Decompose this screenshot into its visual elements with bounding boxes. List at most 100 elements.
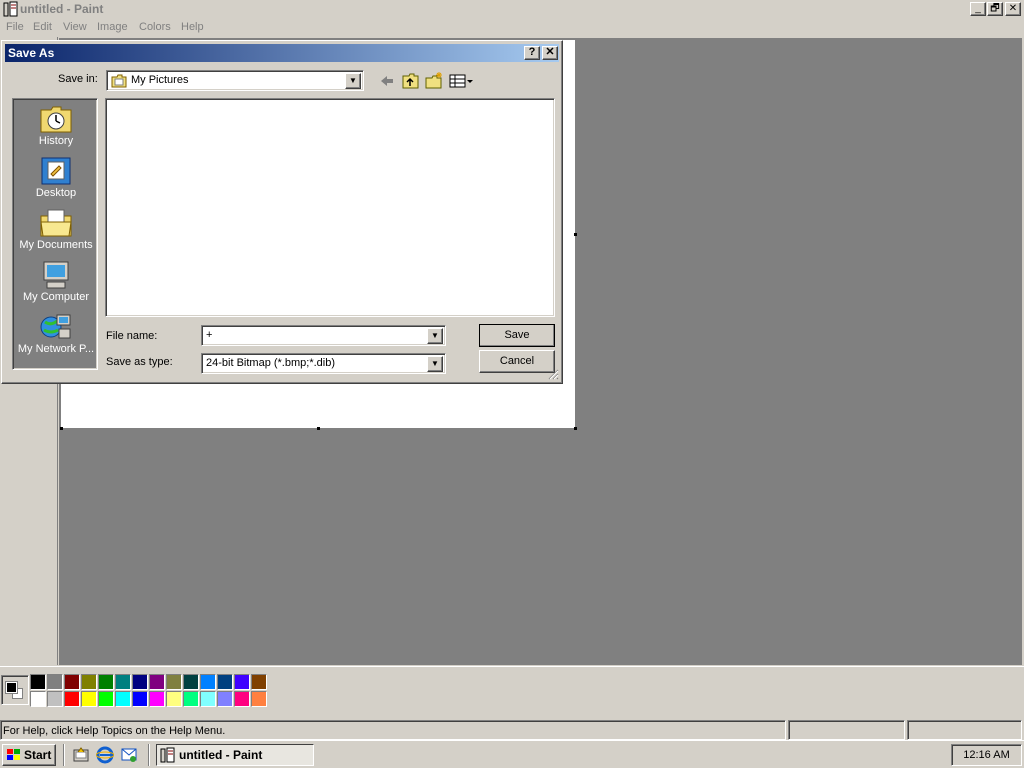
place-my-computer[interactable]: My Computer xyxy=(13,258,99,310)
chevron-down-icon[interactable]: ▼ xyxy=(427,328,443,344)
back-arrow-icon[interactable] xyxy=(377,71,397,91)
help-button[interactable]: ? xyxy=(524,46,540,60)
save-as-type-value: 24-bit Bitmap (*.bmp;*.dib) xyxy=(206,357,335,369)
paint-app-icon xyxy=(160,747,175,763)
palette-swatch[interactable] xyxy=(47,674,63,690)
palette-swatch[interactable] xyxy=(64,674,80,690)
palette-swatch[interactable] xyxy=(115,674,131,690)
palette-swatch[interactable] xyxy=(251,691,267,707)
palette-swatch[interactable] xyxy=(200,674,216,690)
palette-swatch[interactable] xyxy=(98,674,114,690)
palette-swatch[interactable] xyxy=(149,691,165,707)
taskbar xyxy=(0,740,1024,768)
my-documents-icon xyxy=(40,209,72,237)
menu-bar: File Edit View Image Colors Help xyxy=(0,18,1024,37)
palette-swatch[interactable] xyxy=(183,674,199,690)
minimize-button[interactable]: _ xyxy=(970,2,986,16)
dialog-title: Save As xyxy=(8,46,55,60)
palette-swatch[interactable] xyxy=(30,674,46,690)
palette-swatch[interactable] xyxy=(234,691,250,707)
place-history[interactable]: History xyxy=(13,102,99,154)
close-button[interactable]: ✕ xyxy=(1005,2,1021,16)
file-list[interactable] xyxy=(105,98,555,317)
resize-grip-icon[interactable] xyxy=(547,368,559,380)
resize-handle-corner[interactable] xyxy=(574,427,577,430)
save-in-dropdown[interactable]: My Pictures ▼ xyxy=(106,70,364,91)
cancel-button[interactable]: Cancel xyxy=(479,350,555,373)
menu-image[interactable]: Image xyxy=(97,21,128,33)
file-name-field[interactable]: + ▼ xyxy=(201,325,446,346)
app-title: untitled - Paint xyxy=(20,2,104,16)
folder-icon xyxy=(111,74,127,88)
up-folder-icon[interactable] xyxy=(401,71,421,91)
palette-swatch[interactable] xyxy=(64,691,80,707)
place-desktop[interactable]: Desktop xyxy=(13,154,99,206)
palette-swatch[interactable] xyxy=(217,691,233,707)
show-desktop-icon[interactable] xyxy=(72,746,90,764)
restore-button[interactable]: 🗗 xyxy=(987,2,1003,16)
palette-swatch[interactable] xyxy=(251,674,267,690)
foreground-color[interactable] xyxy=(5,681,18,694)
menu-file[interactable]: File xyxy=(6,21,24,33)
palette-swatch[interactable] xyxy=(132,691,148,707)
status-size-pane xyxy=(907,720,1022,740)
taskbar-separator xyxy=(63,744,65,766)
places-bar: History Desktop My Documents My Computer… xyxy=(12,98,98,370)
menu-help[interactable]: Help xyxy=(181,21,204,33)
file-name-value: + xyxy=(206,329,213,341)
outlook-express-icon[interactable] xyxy=(120,746,138,764)
palette-swatch[interactable] xyxy=(30,691,46,707)
system-tray-clock[interactable]: 12:16 AM xyxy=(951,744,1022,766)
save-as-type-dropdown[interactable]: 24-bit Bitmap (*.bmp;*.dib) ▼ xyxy=(201,353,446,374)
resize-handle-bottom[interactable] xyxy=(317,427,320,430)
taskbar-item-label: untitled - Paint xyxy=(179,748,263,762)
palette-swatch[interactable] xyxy=(81,691,97,707)
network-places-icon xyxy=(40,314,71,339)
save-as-dialog: Save As ? ✕ Save in: My Pictures ▼ Histo… xyxy=(1,40,563,384)
windows-logo-icon xyxy=(7,749,20,760)
chevron-down-icon[interactable]: ▼ xyxy=(427,356,443,372)
new-folder-icon[interactable] xyxy=(424,71,444,91)
start-button[interactable]: Start xyxy=(2,744,56,766)
view-menu-icon[interactable] xyxy=(448,71,474,91)
internet-explorer-icon[interactable] xyxy=(96,746,114,764)
save-button[interactable]: Save xyxy=(479,324,555,347)
history-icon xyxy=(40,106,72,133)
save-in-label: Save in: xyxy=(58,73,98,85)
palette-swatch[interactable] xyxy=(217,674,233,690)
palette-swatch[interactable] xyxy=(166,691,182,707)
palette-swatch[interactable] xyxy=(166,674,182,690)
place-label: My Documents xyxy=(19,239,93,251)
dialog-titlebar[interactable]: Save As ? ✕ xyxy=(5,44,559,62)
place-label: Desktop xyxy=(35,187,77,199)
palette-swatch[interactable] xyxy=(98,691,114,707)
save-as-type-label: Save as type: xyxy=(106,356,173,368)
palette-swatch[interactable] xyxy=(115,691,131,707)
status-coords-pane xyxy=(788,720,905,740)
palette-swatch[interactable] xyxy=(47,691,63,707)
place-my-documents[interactable]: My Documents xyxy=(13,206,99,258)
menu-colors[interactable]: Colors xyxy=(139,21,171,33)
app-titlebar: untitled - Paint _ 🗗 ✕ xyxy=(0,0,1024,18)
menu-view[interactable]: View xyxy=(63,21,87,33)
place-label: My Computer xyxy=(22,291,90,303)
paint-app-icon[interactable] xyxy=(3,1,19,17)
taskbar-item-paint[interactable]: untitled - Paint xyxy=(156,744,314,766)
start-label: Start xyxy=(24,748,52,762)
chevron-down-icon[interactable]: ▼ xyxy=(345,73,361,89)
palette-swatch[interactable] xyxy=(132,674,148,690)
menu-edit[interactable]: Edit xyxy=(33,21,52,33)
taskbar-separator xyxy=(148,744,150,766)
status-help-text: For Help, click Help Topics on the Help … xyxy=(0,720,786,740)
save-in-value: My Pictures xyxy=(131,74,189,86)
palette-swatch[interactable] xyxy=(149,674,165,690)
file-name-label: File name: xyxy=(106,330,158,342)
resize-handle-right[interactable] xyxy=(574,233,577,236)
palette-swatch[interactable] xyxy=(183,691,199,707)
dialog-close-button[interactable]: ✕ xyxy=(542,46,558,60)
palette-swatch[interactable] xyxy=(200,691,216,707)
palette-swatch[interactable] xyxy=(234,674,250,690)
place-my-network[interactable]: My Network P... xyxy=(13,310,99,362)
place-label: My Network P... xyxy=(17,343,95,355)
palette-swatch[interactable] xyxy=(81,674,97,690)
